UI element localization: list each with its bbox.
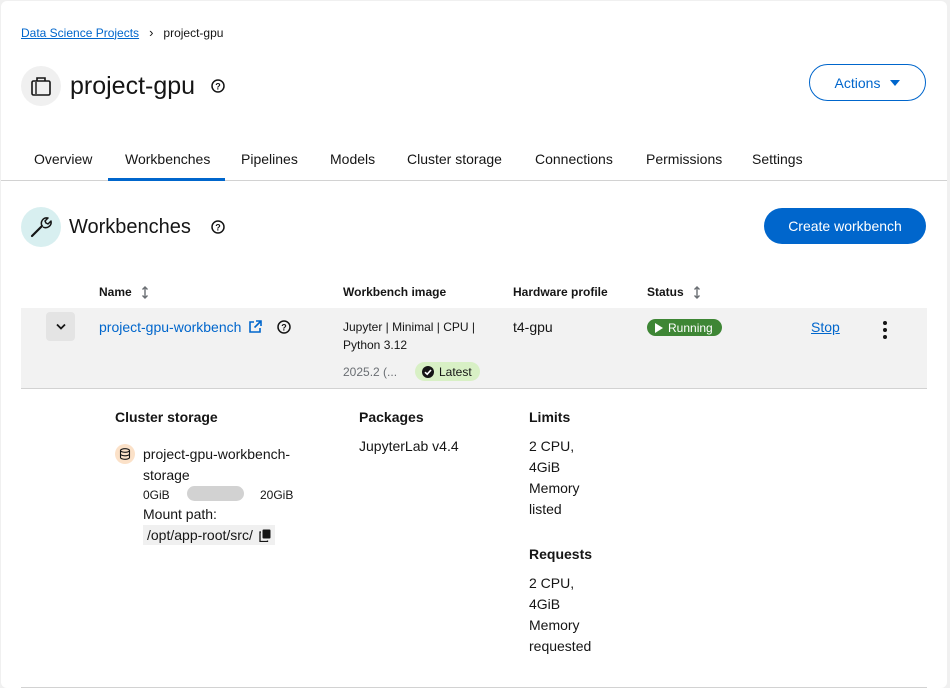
tab-overview[interactable]: Overview <box>34 151 92 167</box>
page-title: project-gpu <box>70 71 196 100</box>
section-title: Workbenches <box>69 215 191 238</box>
sort-icon[interactable] <box>693 285 701 299</box>
chevron-right-icon: › <box>149 25 154 40</box>
create-workbench-button[interactable]: Create workbench <box>764 208 926 244</box>
cluster-storage-heading: Cluster storage <box>115 409 218 425</box>
svg-text:?: ? <box>215 82 221 92</box>
copy-icon[interactable] <box>259 529 271 542</box>
tab-models[interactable]: Models <box>330 151 375 167</box>
limits-value: 2 CPU, 4GiB Memory listed <box>529 438 580 517</box>
page: Data Science Projects › project-gpu proj… <box>1 1 947 688</box>
packages-value: JupyterLab v4.4 <box>359 438 459 454</box>
tab-pipelines[interactable]: Pipelines <box>241 151 298 167</box>
tab-cluster-storage[interactable]: Cluster storage <box>407 151 502 167</box>
database-icon <box>115 444 135 464</box>
actions-label: Actions <box>834 74 881 91</box>
storage-name: project-gpu-workbench-storage <box>143 446 291 483</box>
sort-icon[interactable] <box>141 285 149 299</box>
status-label: Running <box>668 320 713 335</box>
actions-dropdown-button[interactable]: Actions <box>809 64 926 101</box>
column-header-image: Workbench image <box>343 285 447 299</box>
latest-badge-label: Latest <box>439 364 472 379</box>
workbenches-section-header: Workbenches ? <box>21 207 225 247</box>
project-icon <box>21 66 61 106</box>
workbench-image-name: Jupyter | Minimal | CPU | Python 3.12 <box>343 320 476 352</box>
breadcrumb-current: project-gpu <box>163 25 224 40</box>
storage-min-label: 0GiB <box>143 488 170 502</box>
active-tab-indicator <box>108 178 225 181</box>
svg-text:?: ? <box>282 323 288 333</box>
breadcrumb-projects-link[interactable]: Data Science Projects <box>21 26 139 40</box>
breadcrumb: Data Science Projects › project-gpu <box>21 25 223 40</box>
limits-heading: Limits <box>529 409 571 425</box>
packages-heading: Packages <box>359 409 424 425</box>
mount-path-value: /opt/app-root/src/ <box>143 525 275 545</box>
tab-workbenches[interactable]: Workbenches <box>125 151 210 167</box>
requests-value: 2 CPU, 4GiB Memory requested <box>529 575 592 654</box>
page-header: project-gpu ? <box>21 66 225 106</box>
play-icon <box>655 322 663 333</box>
workbench-name: project-gpu-workbench <box>99 319 242 335</box>
hardware-profile-value: t4-gpu <box>513 319 553 335</box>
mount-path-text: /opt/app-root/src/ <box>147 527 253 543</box>
workbench-name-link[interactable]: project-gpu-workbench ? <box>99 319 292 335</box>
status-badge[interactable]: Running <box>647 319 722 336</box>
column-header-label: Status <box>647 285 684 299</box>
storage-usage-bar <box>187 486 244 501</box>
project-tabs: Overview Workbenches Pipelines Models Cl… <box>1 143 947 181</box>
help-icon[interactable]: ? <box>211 220 225 234</box>
caret-down-icon <box>890 79 901 86</box>
column-header-name[interactable]: Name <box>99 285 149 299</box>
latest-badge: Latest <box>415 362 480 381</box>
kebab-menu-icon[interactable] <box>881 321 889 339</box>
row-expand-toggle[interactable] <box>46 312 75 341</box>
column-header-label: Name <box>99 285 132 299</box>
column-header-hardware: Hardware profile <box>513 285 608 299</box>
storage-max-label: 20GiB <box>260 488 294 502</box>
stop-button[interactable]: Stop <box>811 319 840 335</box>
mount-path-label: Mount path: <box>143 506 217 522</box>
tab-connections[interactable]: Connections <box>535 151 613 167</box>
wrench-icon <box>21 207 61 247</box>
workbench-image-version: 2025.2 (... <box>343 365 398 379</box>
help-icon[interactable]: ? <box>277 320 292 334</box>
check-circle-icon <box>422 365 434 378</box>
tab-settings[interactable]: Settings <box>752 151 803 167</box>
chevron-down-icon <box>55 323 66 330</box>
column-header-status[interactable]: Status <box>647 285 701 299</box>
requests-heading: Requests <box>529 546 593 562</box>
tab-permissions[interactable]: Permissions <box>646 151 722 167</box>
svg-text:?: ? <box>215 223 221 233</box>
help-icon[interactable]: ? <box>211 79 225 93</box>
external-link-icon[interactable] <box>248 320 263 334</box>
